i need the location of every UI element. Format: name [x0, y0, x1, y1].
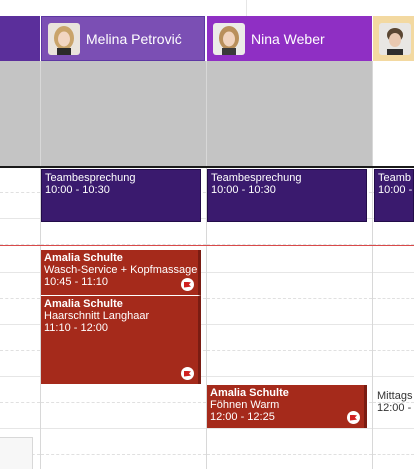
time-slot-line: [0, 376, 40, 377]
time-slot-line: [373, 350, 414, 351]
time-slot-line: [0, 324, 40, 325]
time-slot-line: [207, 350, 372, 351]
time-slot-line: [373, 272, 414, 273]
calendar-column-previous[interactable]: [0, 61, 41, 469]
time-slot-line: [0, 350, 40, 351]
staff-header-nina[interactable]: Nina Weber: [207, 16, 372, 61]
event-time: 12:00 - 12:25: [210, 411, 275, 423]
time-slot-line: [0, 272, 40, 273]
blocked-time: [41, 61, 206, 167]
appointment-card[interactable]: Teambesprechung 10:00 - 10:30: [207, 169, 367, 222]
time-slot-line: [207, 298, 372, 299]
client-name: Amalia Schulte: [210, 387, 289, 399]
staff-header-previous[interactable]: [0, 16, 40, 61]
appointment-card[interactable]: Amalia Schulte Wasch-Service + Kopfmassa…: [41, 250, 201, 295]
time-slot-line: [207, 376, 372, 377]
time-slot-line: [207, 272, 372, 273]
time-slot-line: [373, 454, 414, 455]
time-slot-line: [41, 402, 206, 403]
event-time: 10:00 -: [378, 184, 413, 196]
appointment-card[interactable]: Amalia Schulte Föhnen Warm 12:00 - 12:25: [207, 385, 367, 428]
time-slot-line: [373, 324, 414, 325]
event-time: 12:00 -: [377, 402, 412, 414]
event-title: Teambesprechung: [211, 172, 302, 184]
staff-header-melina[interactable]: Melina Petrović: [41, 16, 205, 61]
event-title: Mittags: [377, 390, 413, 402]
section-divider: [0, 166, 414, 168]
time-slot-line: [373, 376, 414, 377]
time-slot-line: [0, 402, 40, 403]
flag-icon: [181, 367, 194, 380]
client-name: Amalia Schulte: [44, 252, 123, 264]
event-title: Teambesprechung: [45, 172, 136, 184]
flag-icon: [181, 278, 194, 291]
time-slot-line: [207, 324, 372, 325]
break-block[interactable]: Mittags 12:00 -: [377, 390, 414, 414]
appointment-card[interactable]: Teambesprechung 10:00 - 10:30: [41, 169, 201, 222]
service-name: Haarschnitt Langhaar: [44, 310, 150, 322]
staff-photo-icon: [48, 22, 80, 55]
time-slot-line: [207, 454, 372, 455]
time-slot-line: [0, 298, 40, 299]
time-slot-line: [0, 218, 40, 219]
event-time: 10:45 - 11:10: [44, 276, 109, 288]
staff-photo-icon: [379, 22, 411, 55]
current-time-line: [0, 245, 414, 246]
top-strip-segment: [0, 0, 247, 16]
time-slot-line: [0, 428, 40, 429]
blocked-time: [207, 61, 372, 167]
event-time: 11:10 - 12:00: [44, 322, 109, 334]
time-slot-line: [41, 428, 206, 429]
avatar: [48, 22, 80, 55]
time-slot-line: [0, 192, 40, 193]
staff-header-third[interactable]: [373, 16, 414, 61]
time-slot-line: [41, 454, 206, 455]
event-time: 10:00 - 10:30: [211, 184, 276, 196]
time-slot-line: [373, 298, 414, 299]
client-name: Amalia Schulte: [44, 298, 123, 310]
staff-name: Nina Weber: [251, 30, 325, 47]
event-title: Teamb: [378, 172, 412, 184]
staff-name: Melina Petrović: [86, 30, 182, 47]
service-name: Wasch-Service + Kopfmassage: [44, 264, 198, 276]
service-name: Föhnen Warm: [210, 399, 280, 411]
appointment-card[interactable]: Amalia Schulte Haarschnitt Langhaar 11:1…: [41, 295, 201, 384]
time-slot-line: [373, 428, 414, 429]
avatar: [213, 22, 245, 55]
event-time: 10:00 - 10:30: [45, 184, 110, 196]
blocked-time: [0, 61, 40, 167]
flag-icon: [347, 411, 360, 424]
time-slot-line: [207, 428, 372, 429]
staff-photo-icon: [213, 22, 245, 55]
side-panel-stub: [0, 437, 33, 469]
appointment-card[interactable]: Teamb 10:00 -: [374, 169, 414, 222]
avatar: [379, 22, 411, 55]
top-strip: [0, 0, 414, 16]
